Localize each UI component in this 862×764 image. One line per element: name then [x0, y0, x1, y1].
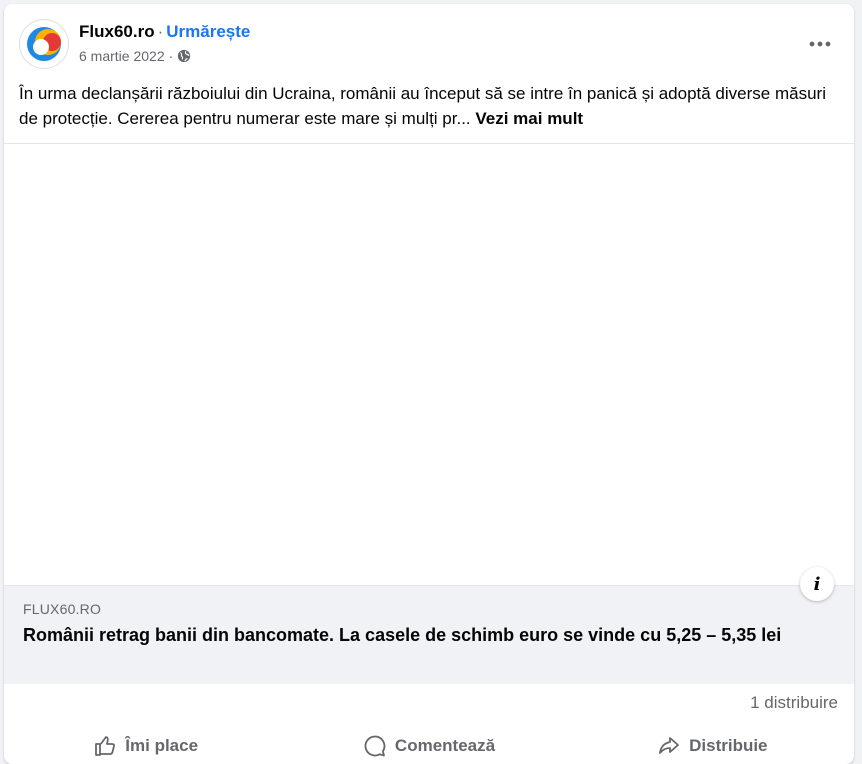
post-body-text: În urma declanșării războiului din Ucrai…	[19, 81, 841, 131]
share-label: Distribuie	[689, 736, 768, 755]
post-card: Flux60.ro · Urmărește 6 martie 2022 · În u…	[4, 4, 854, 764]
comment-label: Comentează	[394, 736, 496, 755]
like-button[interactable]: Îmi place	[4, 724, 287, 764]
date-separator: ·	[168, 48, 174, 64]
page-avatar[interactable]	[19, 19, 69, 69]
post-text-content: În urma declanșării războiului din Ucrai…	[19, 84, 826, 128]
globe-icon[interactable]	[177, 49, 191, 63]
share-arrow-icon	[659, 737, 680, 754]
more-options-button[interactable]	[802, 26, 838, 62]
info-button[interactable]: i	[800, 567, 834, 601]
page-name-link[interactable]: Flux60.ro	[79, 22, 155, 41]
link-domain: FLUX60.RO	[23, 601, 102, 617]
post-date[interactable]: 6 martie 2022	[79, 48, 165, 64]
more-options-icon	[809, 41, 831, 47]
see-more-link[interactable]: Vezi mai mult	[475, 109, 583, 128]
follow-button[interactable]: Urmărește	[166, 22, 250, 41]
share-button[interactable]: Distribuie	[571, 724, 854, 764]
info-icon: i	[813, 573, 821, 595]
link-title[interactable]: Românii retrag banii din bancomate. La c…	[23, 623, 813, 648]
comment-button[interactable]: Comentează	[287, 724, 570, 764]
comment-icon	[364, 735, 386, 757]
link-preview-footer[interactable]: FLUX60.RO Românii retrag banii din banco…	[4, 585, 854, 684]
share-count[interactable]: 1 distribuire	[750, 693, 838, 713]
link-preview-image[interactable]	[4, 143, 854, 586]
post-meta: 6 martie 2022 ·	[79, 48, 191, 64]
flux60-logo-icon	[27, 27, 61, 61]
action-bar: Îmi place Comentează Distribuie	[4, 724, 854, 764]
page-name-line: Flux60.ro · Urmărește	[79, 22, 250, 42]
like-label: Îmi place	[125, 736, 199, 755]
post-header: Flux60.ro · Urmărește 6 martie 2022 ·	[4, 4, 854, 74]
thumbs-up-icon	[95, 736, 116, 756]
name-separator: ·	[157, 22, 164, 41]
